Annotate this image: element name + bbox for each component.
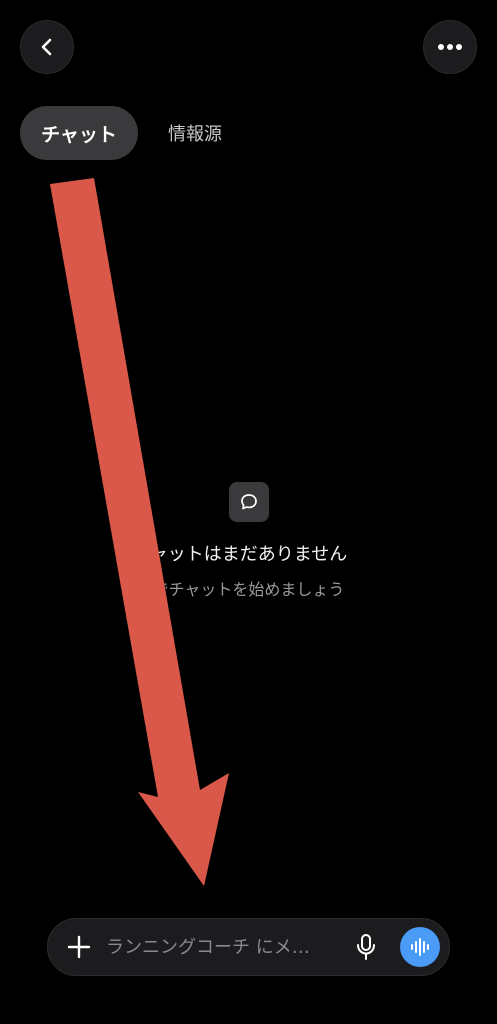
voice-waveform-icon [411, 938, 429, 956]
add-attachment-button[interactable] [60, 928, 98, 966]
message-input[interactable] [106, 931, 336, 963]
chevron-left-icon [41, 38, 52, 56]
arrow-shape [50, 178, 229, 886]
plus-icon [67, 935, 91, 959]
microphone-icon [357, 934, 375, 960]
chat-bubble-icon [241, 494, 257, 510]
empty-state-title: ャットはまだありません [149, 544, 348, 565]
back-button[interactable] [20, 20, 74, 74]
empty-state-subtitle: でチャットを始めましょう [152, 580, 345, 599]
tab-chat-label: チャット [41, 123, 117, 146]
empty-state-icon-box [229, 482, 269, 522]
more-options-button[interactable] [423, 20, 477, 74]
ellipsis-icon [438, 44, 462, 50]
voice-mode-button[interactable] [400, 927, 440, 967]
tab-sources[interactable]: 情報源 [158, 106, 232, 160]
message-composer [47, 918, 450, 976]
dictation-button[interactable] [348, 929, 384, 965]
tab-chat[interactable]: チャット [20, 106, 138, 160]
tab-sources-label: 情報源 [168, 124, 222, 145]
